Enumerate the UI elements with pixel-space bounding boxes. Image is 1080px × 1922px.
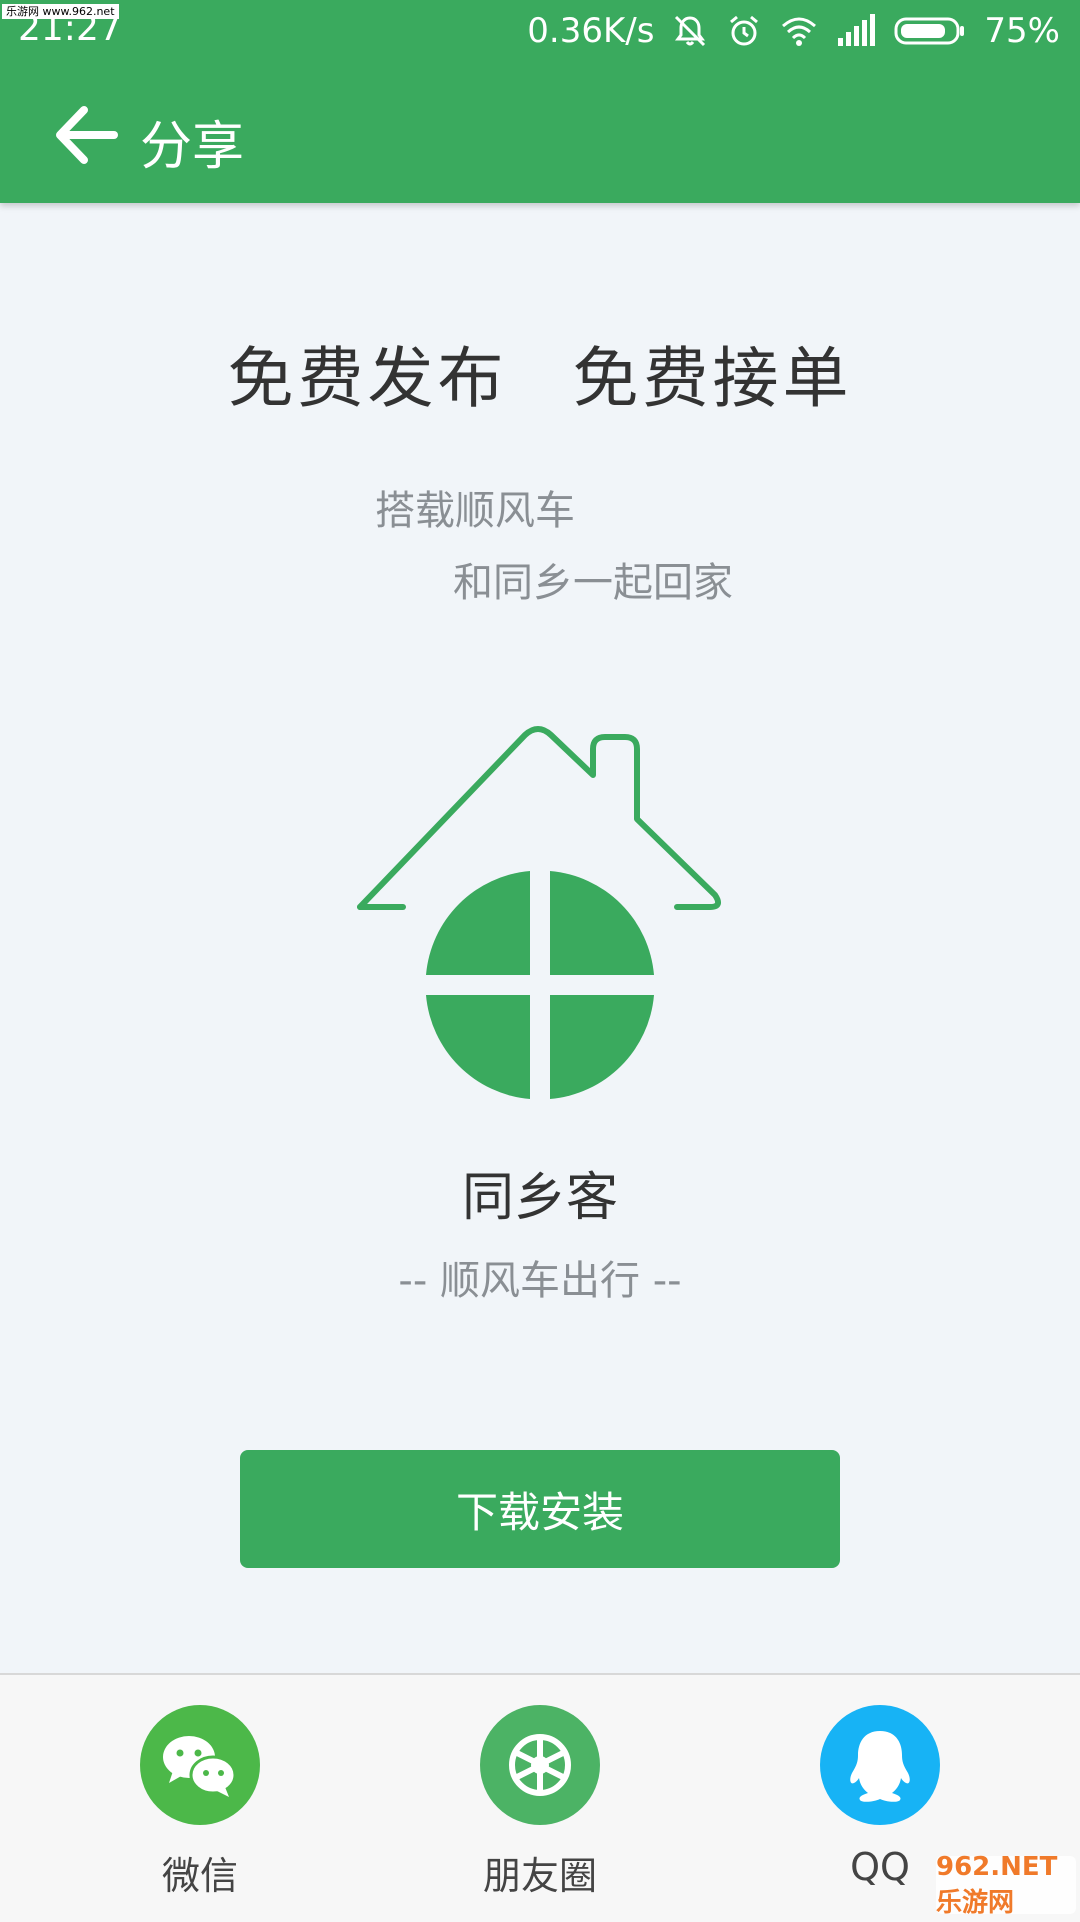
moments-icon <box>480 1705 600 1825</box>
mute-icon <box>675 15 706 47</box>
share-label-wechat: 微信 <box>161 1854 238 1898</box>
share-bar: 微信 朋友圈 QQ <box>0 1673 1080 1922</box>
logo-quadrant-bl <box>426 995 530 1099</box>
watermark-bottom: 962.NET 乐游网 <box>936 1852 1076 1918</box>
signal-icon <box>838 14 876 46</box>
subtitle-line-2: 和同乡一起回家 <box>453 560 733 606</box>
logo-quadrant-br <box>550 995 654 1099</box>
qq-icon <box>820 1705 940 1825</box>
slogan: -- 顺风车出行 -- <box>398 1258 682 1304</box>
watermark-top: 乐游网 www.962.net <box>2 4 119 19</box>
logo-roof <box>357 726 722 910</box>
wechat-icon <box>140 1705 260 1825</box>
subtitle-line-1: 搭载顺风车 <box>375 488 575 534</box>
download-install-label: 下载安装 <box>455 1487 624 1537</box>
status-icons: 0.36K/s 75% <box>527 8 1060 54</box>
battery-icon <box>894 17 965 45</box>
headline: 免费发布 免费接单 <box>227 340 853 417</box>
arrow-left-icon <box>56 106 118 164</box>
logo-quadrant-tr <box>550 871 654 975</box>
network-speed: 0.36K/s <box>527 11 655 51</box>
share-label-moments: 朋友圈 <box>482 1854 597 1898</box>
page-title: 分享 <box>140 117 245 177</box>
logo-quadrant-tl <box>426 871 530 975</box>
download-install-button[interactable]: 下载安装 <box>240 1450 840 1568</box>
wifi-icon <box>782 17 817 46</box>
alarm-icon <box>730 15 759 46</box>
app-bar: 21:27 0.36K/s 75% 分享 <box>0 0 1080 203</box>
share-wechat[interactable]: 微信 <box>100 1705 300 1900</box>
status-bar: 21:27 0.36K/s 75% <box>0 0 1080 62</box>
back-button[interactable] <box>50 100 120 170</box>
battery-percent: 75% <box>984 11 1060 51</box>
brand-name: 同乡客 <box>461 1168 618 1228</box>
share-moments[interactable]: 朋友圈 <box>440 1705 640 1900</box>
app-logo <box>357 726 722 1099</box>
